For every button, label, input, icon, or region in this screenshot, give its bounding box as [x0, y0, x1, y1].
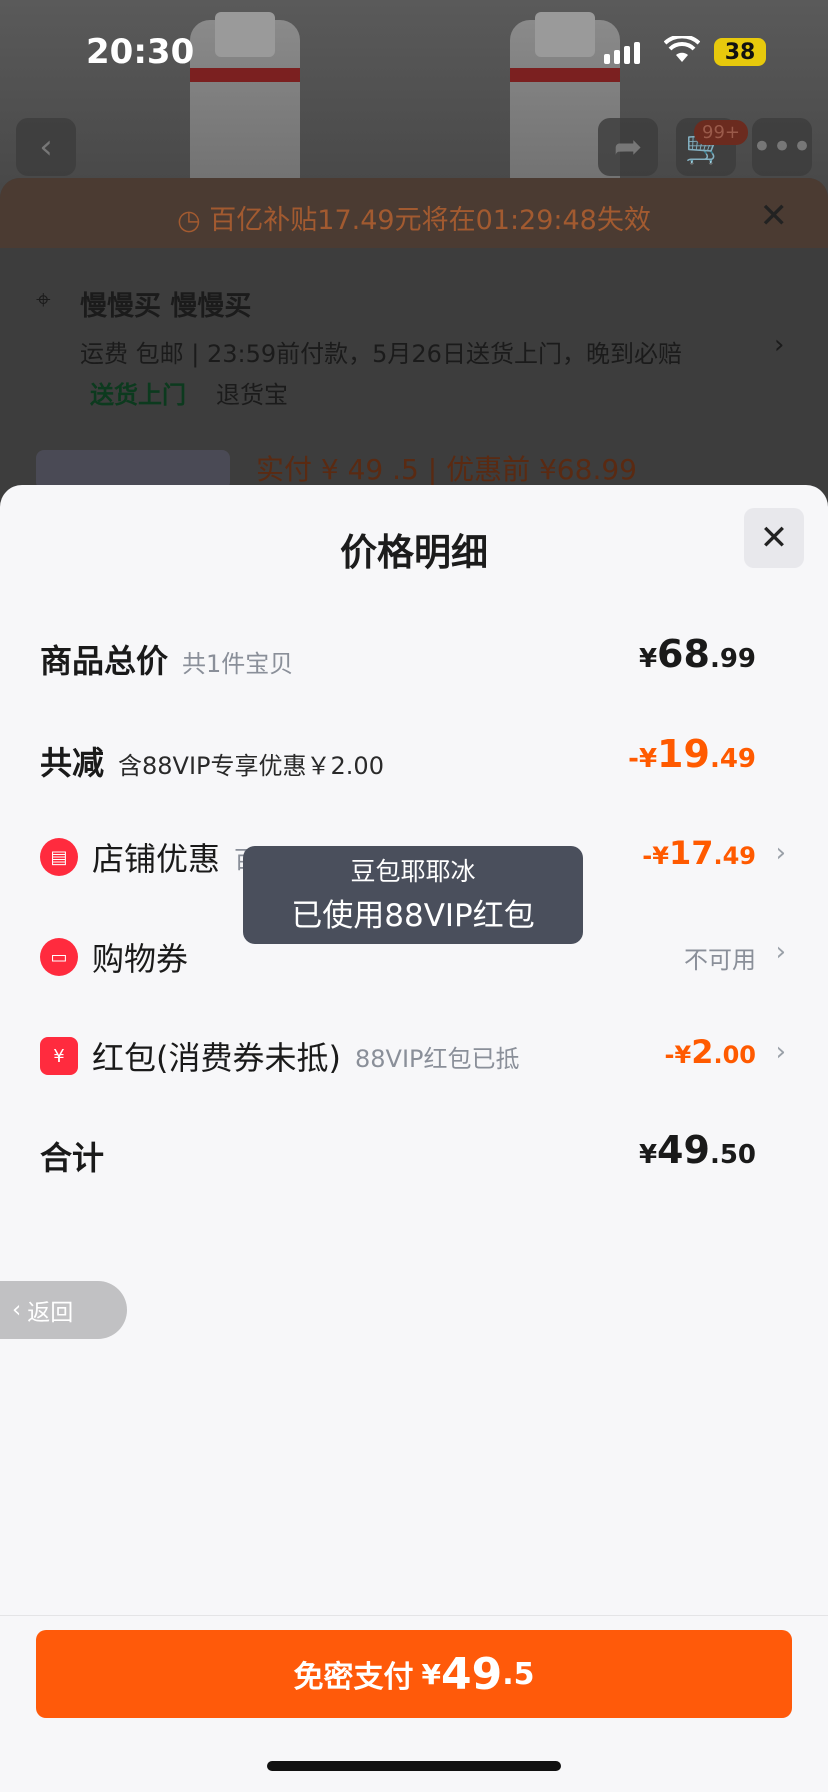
- subsidy-banner-text: ◷ 百亿补贴17.49元将在01:29:48失效: [177, 205, 651, 236]
- location-icon: ⌖: [36, 285, 51, 315]
- red-packet-sub: 88VIP红包已抵: [354, 1044, 520, 1073]
- coupon-icon: ▭: [40, 938, 78, 976]
- product-thumbnail: [36, 450, 230, 490]
- coupon-label: 购物券: [92, 940, 189, 978]
- reduced-price: -¥19.49: [628, 732, 756, 776]
- signal-icon: [604, 42, 640, 64]
- toast-message: 豆包耶耶冰 已使用88VIP红包: [243, 846, 583, 944]
- status-time: 20:30: [86, 32, 195, 72]
- total-label: 商品总价: [40, 642, 169, 680]
- red-packet-chevron-icon[interactable]: ›: [776, 1037, 786, 1067]
- coupon-status: 不可用: [684, 946, 756, 974]
- red-packet-price: -¥2.00: [664, 1033, 756, 1071]
- tag-delivery: 送货上门: [90, 381, 186, 409]
- bottom-divider: [0, 1615, 828, 1616]
- row-reduced: 共减 含88VIP专享优惠￥2.00: [40, 738, 384, 784]
- red-packet-icon: ¥: [40, 1037, 78, 1075]
- clock-icon: ◷: [177, 205, 210, 236]
- sum-label: 合计: [40, 1139, 105, 1177]
- row-total: 商品总价 共1件宝贝: [40, 636, 293, 682]
- address-chevron-icon[interactable]: ›: [774, 330, 784, 360]
- reduced-label: 共减: [40, 744, 105, 782]
- row-red-packet[interactable]: ¥ 红包(消费券未抵) 88VIP红包已抵: [40, 1033, 520, 1079]
- shipping-line: 运费 包邮 | 23:59前付款，5月26日送货上门，晚到必赔: [80, 340, 682, 368]
- toast-line1: 豆包耶耶冰: [350, 857, 476, 886]
- banner-close-icon[interactable]: ✕: [760, 196, 789, 236]
- back-icon[interactable]: ‹: [16, 118, 76, 176]
- store-price: -¥17.49: [642, 834, 756, 872]
- reduced-sub: 含88VIP专享优惠￥2.00: [118, 752, 384, 780]
- tag-return: 退货宝: [216, 381, 288, 409]
- wifi-icon: [663, 34, 701, 68]
- row-coupon[interactable]: ▭ 购物券: [40, 934, 188, 980]
- more-icon[interactable]: •••: [752, 118, 812, 176]
- store-chevron-icon[interactable]: ›: [776, 838, 786, 868]
- back-pill-label: 返回: [27, 1300, 74, 1326]
- coupon-chevron-icon[interactable]: ›: [776, 937, 786, 967]
- toast-line2: 已使用88VIP红包: [291, 898, 535, 934]
- store-icon: ▤: [40, 838, 78, 876]
- store-label: 店铺优惠: [92, 840, 221, 878]
- pay-label: 免密支付: [293, 1660, 414, 1695]
- total-price: ¥68.99: [638, 632, 756, 676]
- panel-title: 价格明细: [340, 531, 488, 574]
- home-indicator: [267, 1761, 561, 1771]
- battery-icon: 38: [714, 38, 766, 66]
- back-pill[interactable]: ‹ 返回: [0, 1281, 127, 1339]
- close-icon[interactable]: ✕: [744, 508, 804, 568]
- share-icon[interactable]: ➦: [598, 118, 658, 176]
- red-packet-label: 红包(消费券未抵): [92, 1039, 341, 1077]
- cart-badge: 99+: [694, 120, 748, 145]
- sum-price: ¥49.50: [638, 1128, 756, 1172]
- back-arrow-icon: ‹: [12, 1297, 22, 1323]
- address-name[interactable]: 慢慢买 慢慢买: [80, 284, 251, 323]
- pay-button[interactable]: 免密支付 ¥49.5: [36, 1630, 792, 1718]
- total-sub: 共1件宝贝: [182, 650, 294, 678]
- price-peek: 实付 ¥ 49 .5 | 优惠前 ¥68.99: [256, 453, 637, 486]
